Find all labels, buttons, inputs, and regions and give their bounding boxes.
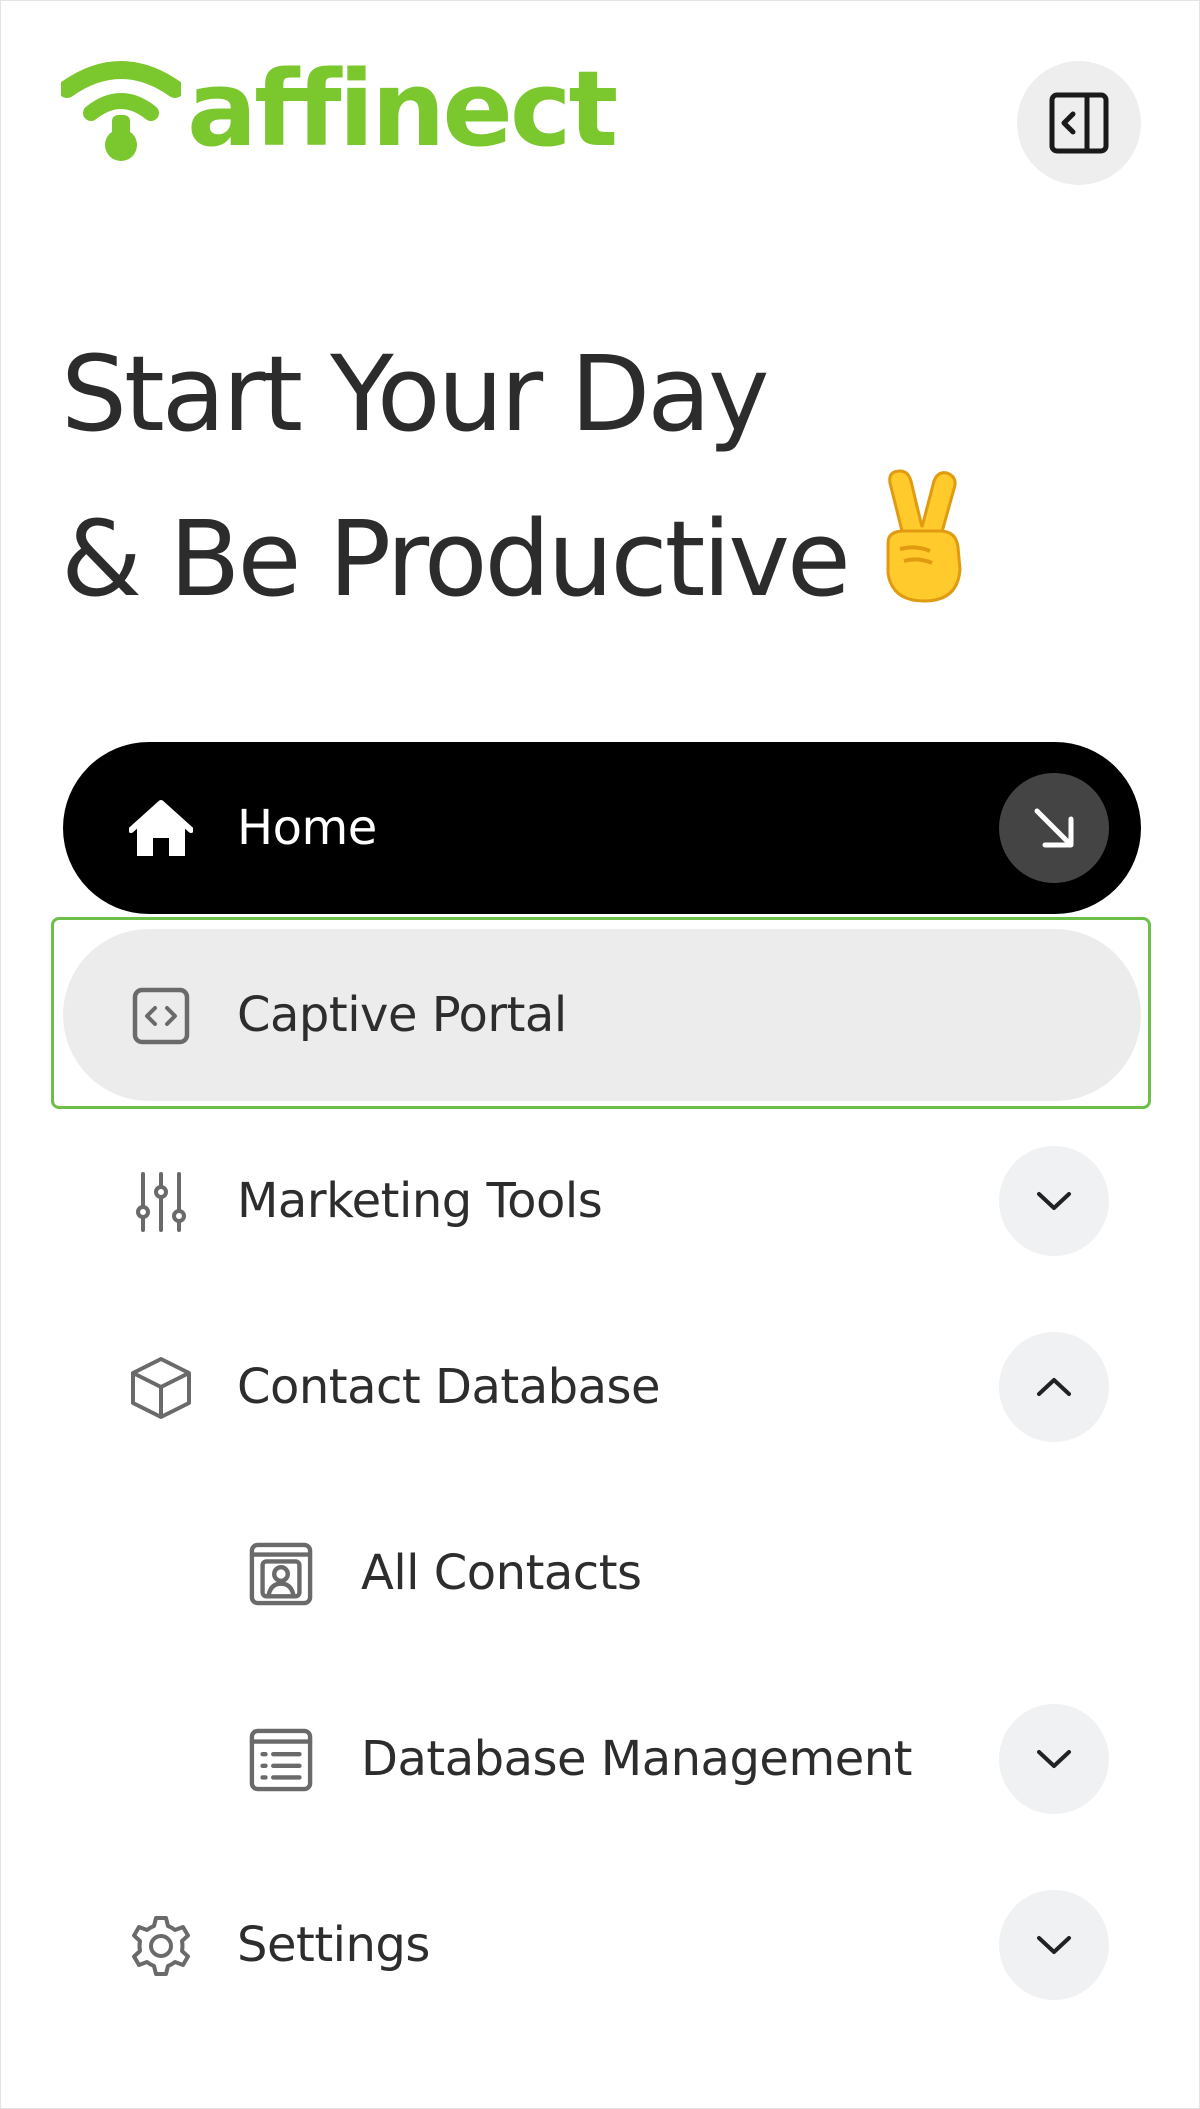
chevron-down-icon <box>1037 1192 1071 1210</box>
chevron-up-icon <box>1037 1378 1071 1396</box>
sidebar-panel: affinect Start Your Day & Be Productive <box>0 0 1200 2109</box>
chevron-down-icon <box>1037 1936 1071 1954</box>
nav-item-label: Database Management <box>361 1731 912 1787</box>
home-open-button[interactable] <box>999 773 1109 883</box>
home-icon <box>129 797 193 861</box>
hero-line-2: & Be Productive <box>61 469 970 642</box>
nav-item-label: Settings <box>237 1917 430 1973</box>
nav-item-database-management[interactable]: Database Management <box>63 1673 1141 1845</box>
victory-hand-icon <box>874 469 970 642</box>
nav-item-settings[interactable]: Settings <box>63 1859 1141 2031</box>
hero-heading: Start Your Day & Be Productive <box>61 319 970 642</box>
nav-item-label: Marketing Tools <box>237 1173 603 1229</box>
collapse-sidebar-button[interactable] <box>1017 61 1141 185</box>
hero-line-2-text: & Be Productive <box>61 498 851 620</box>
nav-item-contact-database[interactable]: Contact Database <box>63 1301 1141 1473</box>
nav-item-label: All Contacts <box>361 1545 642 1601</box>
expand-settings-button[interactable] <box>999 1890 1109 2000</box>
chevron-down-icon <box>1037 1750 1071 1768</box>
nav-item-label: Contact Database <box>237 1359 661 1415</box>
gear-icon <box>129 1914 193 1978</box>
nav-item-all-contacts[interactable]: All Contacts <box>63 1487 1141 1659</box>
hero-line-1: Start Your Day <box>61 333 770 455</box>
nav-item-label: Home <box>237 800 377 856</box>
nav-item-captive-portal[interactable]: Captive Portal <box>63 929 1141 1101</box>
code-icon <box>129 984 193 1048</box>
arrow-down-right-icon <box>1034 808 1074 848</box>
expand-database-management-button[interactable] <box>999 1704 1109 1814</box>
nav-item-home[interactable]: Home <box>63 742 1141 914</box>
cube-icon <box>129 1356 193 1420</box>
sliders-icon <box>129 1170 193 1234</box>
collapse-contact-database-button[interactable] <box>999 1332 1109 1442</box>
wifi-logo-icon <box>61 61 181 161</box>
expand-marketing-button[interactable] <box>999 1146 1109 1256</box>
sidebar-collapse-icon <box>1049 92 1109 154</box>
brand-logo[interactable]: affinect <box>61 48 618 170</box>
list-icon <box>249 1728 313 1792</box>
brand-name: affinect <box>187 48 618 170</box>
contact-card-icon <box>249 1542 313 1606</box>
nav-item-marketing-tools[interactable]: Marketing Tools <box>63 1115 1141 1287</box>
nav-item-label: Captive Portal <box>237 987 567 1043</box>
